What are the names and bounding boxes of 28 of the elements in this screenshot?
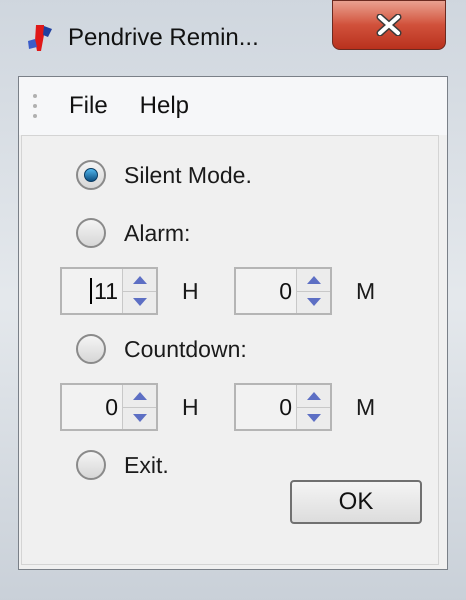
- close-button[interactable]: [332, 0, 446, 50]
- option-label: Countdown:: [124, 334, 247, 364]
- number-spinner[interactable]: 0: [60, 383, 158, 431]
- menu-item[interactable]: File: [69, 88, 108, 124]
- radio-button[interactable]: [76, 160, 106, 190]
- spinner-value: 0: [105, 392, 118, 422]
- radio-button[interactable]: [76, 450, 106, 480]
- option-label: Silent Mode.: [124, 160, 252, 190]
- option-label: Exit.: [124, 450, 169, 480]
- number-spinner[interactable]: 0: [234, 383, 332, 431]
- unit-label: M: [356, 392, 376, 422]
- spinner-value: 0: [279, 276, 292, 306]
- spinner-value: 0: [279, 392, 292, 422]
- unit-label: M: [356, 276, 376, 306]
- option-label: Alarm:: [124, 218, 190, 248]
- ok-button[interactable]: OK: [290, 480, 422, 524]
- spinner-value: 11: [90, 274, 118, 308]
- unit-label: H: [182, 276, 200, 306]
- usb-drive-icon: [26, 23, 54, 53]
- grip-icon: [33, 93, 37, 119]
- window-title: Pendrive Remin...: [68, 23, 259, 53]
- radio-button[interactable]: [76, 334, 106, 364]
- unit-label: H: [182, 392, 200, 422]
- number-spinner[interactable]: 0: [234, 267, 332, 315]
- number-spinner[interactable]: 11: [60, 267, 158, 315]
- menu-item[interactable]: Help: [140, 88, 190, 124]
- close-icon: [376, 14, 402, 36]
- radio-button[interactable]: [76, 218, 106, 248]
